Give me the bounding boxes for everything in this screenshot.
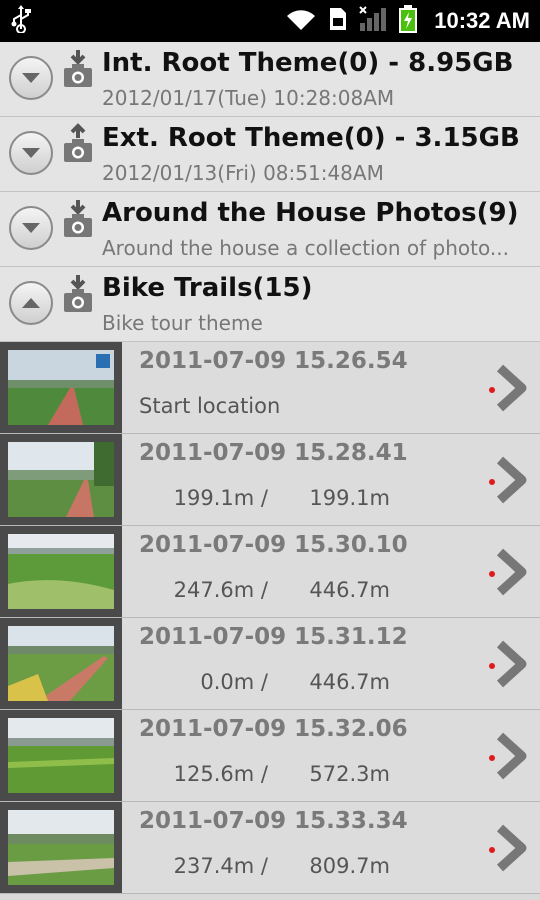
theme-item[interactable]: Around the House Photos(9) Around the ho… [0,192,540,267]
theme-item[interactable]: Bike Trails(15) Bike tour theme [0,267,540,342]
photo-total-distance: 446.7m [309,670,390,694]
photo-thumbnail [8,534,114,609]
photo-thumbnail-frame [0,618,122,709]
sim-icon [328,6,348,36]
camera-download-icon [64,50,92,87]
chevron-right-icon[interactable] [486,824,530,872]
photo-timestamp: 2011-07-09 15.31.12 [139,624,408,650]
expand-button[interactable] [9,206,53,250]
expand-button[interactable] [9,131,53,175]
chevron-right-icon[interactable] [486,640,530,688]
photo-thumbnail-frame [0,710,122,801]
chevron-down-icon [22,73,40,83]
photo-timestamp: 2011-07-09 15.33.34 [139,808,408,834]
theme-title: Int. Root Theme(0) - 8.95GB [102,48,514,78]
theme-subtitle: Around the house a collection of photo..… [102,236,509,260]
theme-item[interactable]: Ext. Root Theme(0) - 3.15GB 2012/01/13(F… [0,117,540,192]
battery-charging-icon [398,4,418,38]
collapse-button[interactable] [9,281,53,325]
clock: 10:32 AM [434,8,530,33]
theme-list: Int. Root Theme(0) - 8.95GB 2012/01/17(T… [0,42,540,894]
theme-subtitle: 2012/01/13(Fri) 08:51:48AM [102,161,384,185]
photo-timestamp: 2011-07-09 15.26.54 [139,348,408,374]
chevron-down-icon [22,148,40,158]
photo-total-distance: 809.7m [309,854,390,878]
photo-thumbnail [8,626,114,701]
photo-total-distance: 199.1m [309,486,390,510]
photo-item[interactable]: 2011-07-09 15.32.06 125.6m / 572.3m [0,710,540,802]
chevron-up-icon [22,298,40,308]
wifi-icon [284,6,318,36]
expand-button[interactable] [9,56,53,100]
photo-note: Start location [139,394,281,418]
theme-subtitle: 2012/01/17(Tue) 10:28:08AM [102,86,395,110]
status-bar: 10:32 AM [0,0,540,42]
photo-thumbnail [8,810,114,885]
photo-timestamp: 2011-07-09 15.28.41 [139,440,408,466]
chevron-right-icon[interactable] [486,548,530,596]
chevron-right-icon[interactable] [486,456,530,504]
photo-distance: 237.4m / [173,854,268,878]
photo-distance: 199.1m / [173,486,268,510]
chevron-down-icon [22,223,40,233]
chevron-right-icon[interactable] [486,364,530,412]
theme-title: Bike Trails(15) [102,273,313,303]
photo-item[interactable]: 2011-07-09 15.30.10 247.6m / 446.7m [0,526,540,618]
photo-item[interactable]: 2011-07-09 15.31.12 0.0m / 446.7m [0,618,540,710]
usb-icon [10,5,32,37]
photo-thumbnail-frame [0,526,122,617]
photo-thumbnail-frame [0,802,122,893]
theme-title: Ext. Root Theme(0) - 3.15GB [102,123,520,153]
photo-item[interactable]: 2011-07-09 15.33.34 237.4m / 809.7m [0,802,540,894]
photo-total-distance: 446.7m [309,578,390,602]
photo-thumbnail-frame [0,342,122,433]
photo-thumbnail [8,442,114,517]
signal-icon [358,5,388,37]
photo-item[interactable]: 2011-07-09 15.28.41 199.1m / 199.1m [0,434,540,526]
photo-item[interactable]: 2011-07-09 15.26.54 Start location [0,342,540,434]
photo-timestamp: 2011-07-09 15.32.06 [139,716,408,742]
photo-distance: 0.0m / [200,670,268,694]
theme-title: Around the House Photos(9) [102,198,519,228]
photo-distance: 247.6m / [173,578,268,602]
photo-thumbnail-frame [0,434,122,525]
chevron-right-icon[interactable] [486,732,530,780]
theme-item[interactable]: Int. Root Theme(0) - 8.95GB 2012/01/17(T… [0,42,540,117]
camera-download-icon [64,275,92,312]
photo-timestamp: 2011-07-09 15.30.10 [139,532,408,558]
camera-download-icon [64,200,92,237]
camera-upload-icon [64,123,92,162]
photo-distance: 125.6m / [173,762,268,786]
theme-subtitle: Bike tour theme [102,311,263,335]
photo-total-distance: 572.3m [309,762,390,786]
photo-thumbnail [8,718,114,793]
photo-thumbnail [8,350,114,425]
